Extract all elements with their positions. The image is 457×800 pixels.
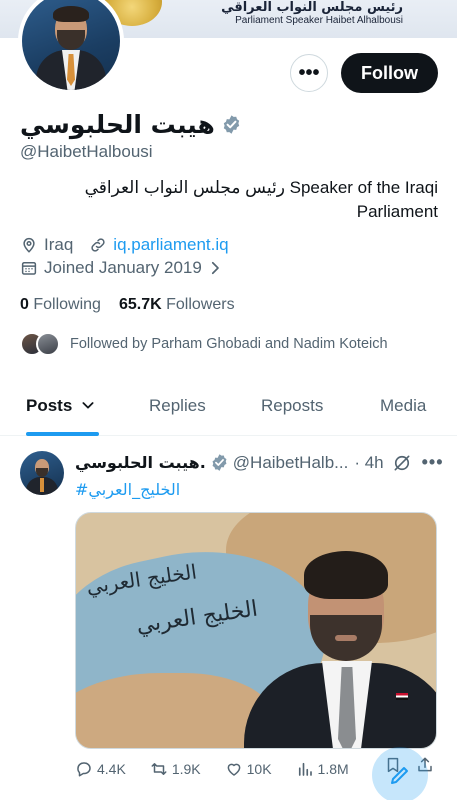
profile-location: Iraq xyxy=(44,235,74,254)
profile-meta-row: Iraq iq.parliament.iq xyxy=(20,235,229,255)
like-button[interactable]: 10K xyxy=(225,760,272,778)
verified-badge-icon[interactable] xyxy=(221,114,242,135)
post-hashtag[interactable]: #الخليج_العربي xyxy=(75,480,180,499)
repost-count: 1.9K xyxy=(171,761,201,777)
post-image[interactable]: الخليج العربي الخليج العربي xyxy=(75,512,437,749)
grok-icon[interactable] xyxy=(392,453,412,473)
tab-media[interactable]: Media xyxy=(380,396,426,416)
banner-english-title: Parliament Speaker Haibet Alhalbousi xyxy=(235,15,403,26)
heart-icon xyxy=(227,763,240,776)
active-tab-indicator xyxy=(26,432,99,436)
followed-by-row[interactable]: Followed by Parham Ghobadi and Nadim Kot… xyxy=(20,332,388,356)
link-icon xyxy=(91,238,105,252)
following-link[interactable]: 0 Following xyxy=(20,296,101,314)
mutual-avatar xyxy=(36,332,60,356)
tab-posts[interactable]: Posts xyxy=(26,396,96,416)
tab-reposts[interactable]: Reposts xyxy=(261,396,323,416)
post-author-avatar[interactable] xyxy=(20,451,64,495)
verified-badge-icon[interactable] xyxy=(210,453,229,472)
reply-button[interactable]: 4.4K xyxy=(75,760,126,778)
profile-joined-row: Joined January 2019 xyxy=(20,258,224,278)
profile-stats: 0 Following 65.7K Followers xyxy=(20,296,235,314)
display-name: هيبت الحلبوسي xyxy=(20,110,215,139)
repost-icon xyxy=(151,763,167,775)
tab-replies[interactable]: Replies xyxy=(149,396,206,416)
post-author-name[interactable]: هيبت الحلبوسي. xyxy=(75,453,206,472)
views-button[interactable]: 1.8M xyxy=(296,760,349,778)
post-header: هيبت الحلبوسي. @HaibetHalb... · 4h ••• xyxy=(75,452,444,473)
reply-count: 4.4K xyxy=(97,761,126,777)
post-timestamp[interactable]: · 4h xyxy=(354,453,383,473)
calendar-icon xyxy=(21,262,37,275)
compose-button[interactable] xyxy=(372,747,428,800)
post-card[interactable]: هيبت الحلبوسي. @HaibetHalb... · 4h ••• #… xyxy=(0,437,457,800)
like-count: 10K xyxy=(246,761,272,777)
follow-button[interactable]: Follow xyxy=(341,53,438,93)
tab-posts-label: Posts xyxy=(26,396,73,415)
avatar-image xyxy=(22,0,120,90)
reply-icon xyxy=(77,762,91,777)
followed-by-text: Followed by Parham Ghobadi and Nadim Kot… xyxy=(70,336,388,352)
chevron-down-icon xyxy=(82,402,94,409)
profile-joined: Joined January 2019 xyxy=(44,258,202,277)
chevron-right-icon[interactable] xyxy=(206,259,224,277)
followers-label: Followers xyxy=(166,296,235,313)
more-options-button[interactable]: ••• xyxy=(290,54,328,92)
profile-tabs: Posts Replies Reposts Media xyxy=(0,380,457,436)
portrait xyxy=(234,543,436,748)
location-pin-icon xyxy=(23,237,35,253)
repost-button[interactable]: 1.9K xyxy=(150,760,201,778)
followers-link[interactable]: 65.7K Followers xyxy=(119,296,235,314)
following-label: Following xyxy=(33,296,101,313)
followers-count: 65.7K xyxy=(118,296,162,313)
profile-name-row: هيبت الحلبوسي xyxy=(20,110,242,139)
views-count: 1.8M xyxy=(317,761,349,777)
banner-arabic-title: رئيس مجلس النواب العراقي xyxy=(221,0,403,15)
compose-icon xyxy=(391,767,408,784)
post-more-icon[interactable]: ••• xyxy=(422,452,444,473)
post-author-handle[interactable]: @HaibetHalb... xyxy=(233,453,349,473)
profile-handle: @HaibetHalbousi xyxy=(20,142,153,161)
following-count: 0 xyxy=(20,296,29,313)
profile-avatar[interactable] xyxy=(18,0,124,94)
profile-bio: رئيس مجلس النواب العراقي Speaker of the … xyxy=(84,178,438,221)
profile-website-link[interactable]: iq.parliament.iq xyxy=(113,235,228,255)
views-icon xyxy=(298,762,312,776)
